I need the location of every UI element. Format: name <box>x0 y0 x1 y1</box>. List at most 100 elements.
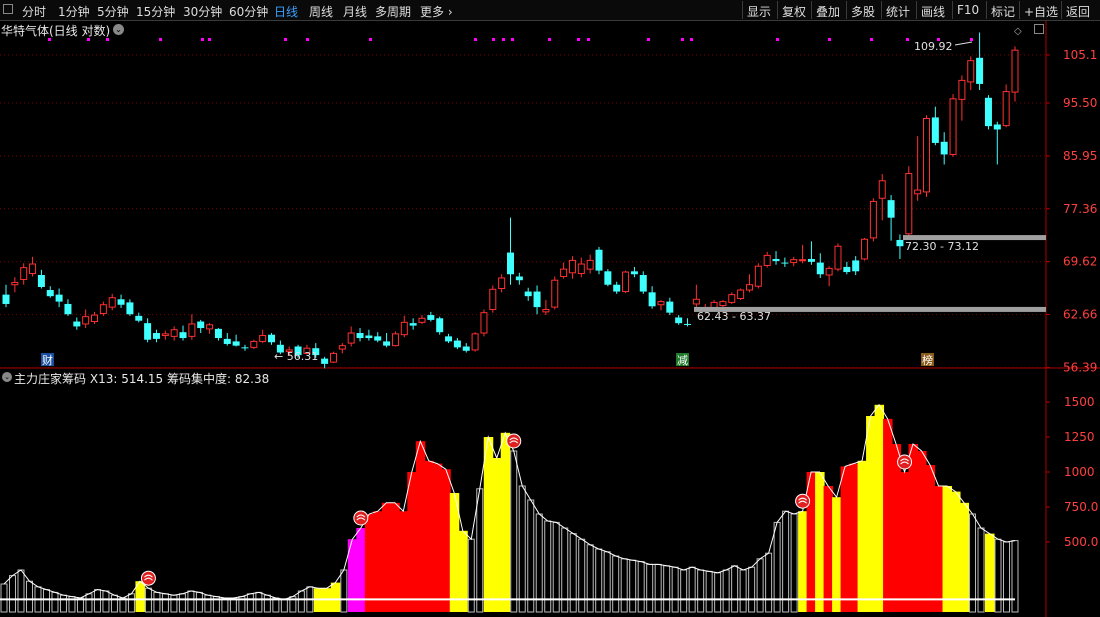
candle-body <box>471 333 479 351</box>
candle-body <box>834 245 842 270</box>
event-dot <box>548 38 551 41</box>
y-tick-label: 85.95 <box>1063 149 1097 163</box>
period-tab-1[interactable]: 1分钟 <box>58 3 90 20</box>
toolbar-separator <box>916 1 917 19</box>
candle-body <box>232 341 240 346</box>
chip-bar <box>697 569 705 613</box>
candle-body <box>993 124 1001 130</box>
candle-body <box>737 289 745 299</box>
candle-body <box>29 263 37 275</box>
event-dot <box>511 38 514 41</box>
period-tab-5[interactable]: 60分钟 <box>229 3 268 20</box>
high-arrow <box>954 41 973 46</box>
toolbar-button-1[interactable]: 复权 <box>782 3 806 20</box>
candle-body <box>560 268 568 277</box>
period-tab-9[interactable]: 多周期 <box>375 3 411 20</box>
candle-body <box>657 301 665 306</box>
event-dot <box>474 38 477 41</box>
menu-square-icon[interactable] <box>3 4 13 14</box>
candle-body <box>188 323 196 337</box>
candle-body <box>825 267 833 276</box>
toolbar-button-5[interactable]: 画线 <box>921 3 945 20</box>
candle-body <box>498 277 506 290</box>
candle-body <box>586 259 594 270</box>
period-tab-4[interactable]: 30分钟 <box>183 3 222 20</box>
period-tab-2[interactable]: 5分钟 <box>97 3 129 20</box>
toolbar-button-7[interactable]: 标记 <box>991 3 1015 20</box>
chip-bar <box>153 591 161 613</box>
period-tab-0[interactable]: 分时 <box>22 3 46 20</box>
toolbar-separator <box>881 1 882 19</box>
stock-chart[interactable]: 105.1 95.50 85.95 77.36 69.62 62.66 56.39 62.43… <box>0 21 1100 617</box>
candle-body <box>622 271 630 293</box>
chip-bar <box>798 511 808 612</box>
candle-body <box>2 294 10 304</box>
chip-bar <box>8 575 16 613</box>
chip-bar <box>714 572 722 613</box>
candle-body <box>790 259 798 264</box>
chip-bar <box>518 485 526 613</box>
candle-body <box>878 180 886 199</box>
period-tab-7[interactable]: 周线 <box>309 3 333 20</box>
y-tick-label: 95.50 <box>1063 96 1097 110</box>
toolbar-button-3[interactable]: 多股 <box>851 3 875 20</box>
ind-tick-label: 1250 <box>1064 430 1095 444</box>
candle-body <box>887 200 895 218</box>
period-tab-3[interactable]: 15分钟 <box>136 3 175 20</box>
period-tab-10[interactable]: 更多 › <box>420 3 453 20</box>
chip-bar <box>441 469 451 612</box>
event-dot <box>906 38 909 41</box>
event-dot <box>828 38 831 41</box>
candle-body <box>861 238 869 260</box>
candle-body <box>108 297 116 308</box>
toolbar-button-0[interactable]: 显示 <box>747 3 771 20</box>
candle-body <box>391 333 399 347</box>
candle-body <box>940 141 948 155</box>
candle-body <box>896 239 904 247</box>
chip-bar <box>492 458 502 612</box>
candle-body <box>338 345 346 350</box>
candle-body <box>524 291 532 297</box>
chip-bar <box>500 432 511 612</box>
candle-body <box>73 321 81 327</box>
chip-bar <box>59 594 67 613</box>
candle-body <box>984 97 992 127</box>
toolbar-button-2[interactable]: 叠加 <box>816 3 840 20</box>
toolbar-button-8[interactable]: +自选 <box>1024 3 1058 20</box>
period-tab-6[interactable]: 日线 <box>274 3 298 20</box>
chip-bar <box>629 559 637 613</box>
toolbar-button-9[interactable]: 返回 <box>1066 3 1090 20</box>
low-label: ← 56.31 <box>274 350 318 363</box>
chip-bar <box>255 591 263 613</box>
chip-bar <box>959 502 970 612</box>
chip-bar <box>722 569 730 613</box>
chip-bar <box>578 538 586 613</box>
period-tab-8[interactable]: 月线 <box>343 3 367 20</box>
candle-body <box>329 352 337 363</box>
event-dot <box>369 38 372 41</box>
chip-bar <box>0 583 8 613</box>
y-tick-label: 77.36 <box>1063 202 1097 216</box>
toolbar-separator <box>811 1 812 19</box>
candle-body <box>1011 49 1019 93</box>
candle-body <box>551 279 559 308</box>
chip-bar <box>161 593 169 613</box>
chip-bar <box>170 594 178 613</box>
chip-bar <box>680 569 688 613</box>
event-dot <box>647 38 650 41</box>
candle-body <box>37 275 45 287</box>
chip-bar <box>25 580 33 613</box>
candle-body <box>126 302 134 315</box>
candle-body <box>241 347 249 349</box>
candle-body <box>1002 91 1010 127</box>
chip-bar <box>832 497 842 612</box>
candle-body <box>922 117 930 193</box>
toolbar-button-6[interactable]: F10 <box>957 3 979 17</box>
chip-bar <box>646 563 654 613</box>
candle-body <box>639 275 647 292</box>
candle-body <box>82 316 90 325</box>
chip-bar <box>688 566 696 613</box>
candle-body <box>958 79 966 100</box>
toolbar-button-4[interactable]: 统计 <box>886 3 910 20</box>
candle-body <box>489 288 497 310</box>
